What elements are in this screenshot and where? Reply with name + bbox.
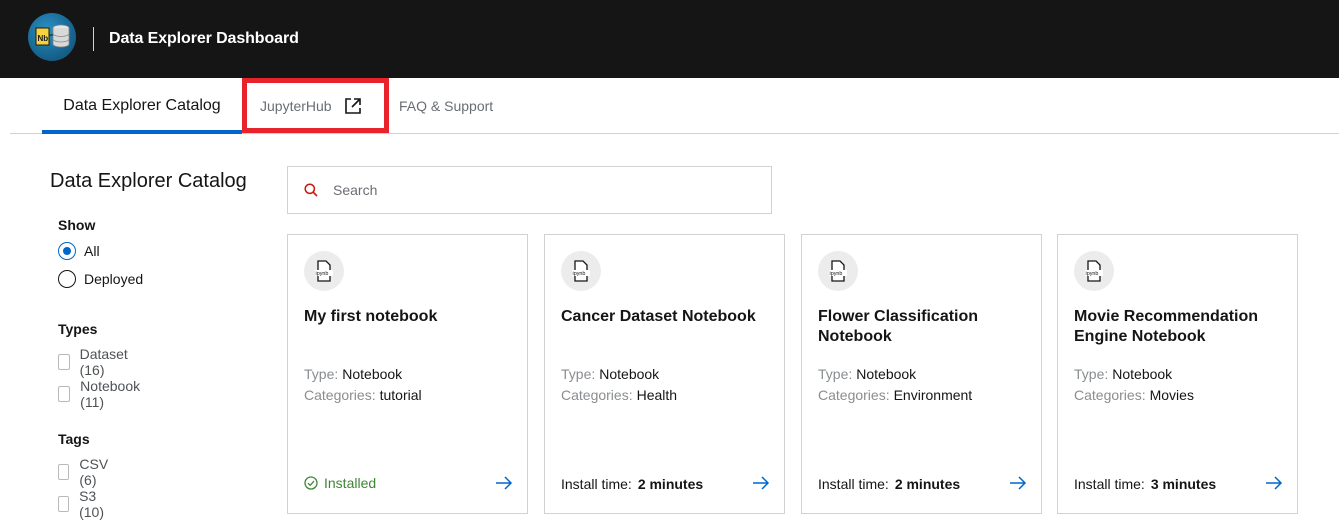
card-title: Movie Recommendation Engine Notebook bbox=[1074, 308, 1259, 345]
install-time: Install time: 3 minutes bbox=[1074, 476, 1216, 492]
card-categories: Categories: Movies bbox=[1074, 387, 1194, 403]
svg-text:Nb: Nb bbox=[38, 34, 49, 43]
meta-key: Type: bbox=[561, 366, 596, 382]
card-type: Type: Notebook bbox=[818, 366, 916, 382]
card-type: Type: Notebook bbox=[561, 366, 659, 382]
card-categories: Categories: tutorial bbox=[304, 387, 422, 403]
checkbox-dataset[interactable]: Dataset (16) bbox=[58, 346, 132, 378]
catalog-card[interactable]: ipynb My first notebook Type: Notebook Ca… bbox=[287, 234, 528, 514]
tab-label: JupyterHub bbox=[260, 98, 332, 114]
meta-key: Categories: bbox=[1074, 387, 1146, 403]
arrow-right-icon[interactable] bbox=[752, 476, 770, 490]
option-label: Notebook (11) bbox=[80, 378, 141, 410]
search-icon bbox=[304, 183, 318, 197]
svg-text:ipynb: ipynb bbox=[830, 271, 843, 277]
brand-divider bbox=[93, 27, 94, 51]
app-logo[interactable]: Nb bbox=[28, 13, 76, 61]
catalog-card[interactable]: ipynb Cancer Dataset Notebook Type: Noteb… bbox=[544, 234, 785, 514]
svg-text:ipynb: ipynb bbox=[573, 271, 586, 277]
radio-deployed[interactable]: Deployed bbox=[58, 270, 143, 288]
meta-key: Install time: bbox=[818, 476, 889, 492]
tab-label: FAQ & Support bbox=[399, 98, 494, 114]
filter-sidebar: Data Explorer Catalog Show All Deployed … bbox=[50, 170, 270, 520]
meta-value: Notebook bbox=[856, 366, 917, 382]
install-time: Install time: 2 minutes bbox=[561, 476, 703, 492]
checkbox[interactable] bbox=[58, 464, 70, 480]
meta-key: Install time: bbox=[561, 476, 632, 492]
external-link-icon bbox=[344, 97, 362, 115]
card-type: Type: Notebook bbox=[304, 366, 402, 382]
meta-value: Health bbox=[636, 387, 678, 403]
meta-value: tutorial bbox=[379, 387, 422, 403]
radio-all[interactable]: All bbox=[58, 242, 100, 260]
meta-value: Notebook bbox=[342, 366, 403, 382]
ipynb-file-icon: ipynb bbox=[1074, 251, 1114, 291]
filter-heading: Tags bbox=[58, 431, 90, 447]
filter-heading: Types bbox=[58, 321, 98, 337]
card-title: My first notebook bbox=[304, 308, 438, 325]
filter-show: Show All Deployed bbox=[58, 217, 143, 288]
meta-key: Categories: bbox=[561, 387, 633, 403]
status-label: Installed bbox=[324, 475, 377, 491]
ipynb-file-icon: ipynb bbox=[561, 251, 601, 291]
meta-value: Movies bbox=[1149, 387, 1194, 403]
meta-key: Type: bbox=[1074, 366, 1109, 382]
installed-status: Installed bbox=[304, 475, 376, 491]
tab-data-explorer-catalog[interactable]: Data Explorer Catalog bbox=[42, 78, 242, 134]
meta-key: Type: bbox=[818, 366, 853, 382]
catalog-card[interactable]: ipynb Movie Recommendation Engine Notebo… bbox=[1057, 234, 1298, 514]
meta-key: Install time: bbox=[1074, 476, 1145, 492]
meta-key: Categories: bbox=[818, 387, 890, 403]
option-label: CSV (6) bbox=[79, 456, 109, 488]
card-title: Flower Classification Notebook bbox=[818, 308, 979, 345]
filter-tags: Tags CSV (6) S3 (10) bbox=[58, 431, 108, 520]
card-title: Cancer Dataset Notebook bbox=[561, 308, 756, 325]
meta-value: Notebook bbox=[599, 366, 660, 382]
option-label: Deployed bbox=[84, 271, 144, 287]
ipynb-file-icon: ipynb bbox=[818, 251, 858, 291]
meta-value: 2 minutes bbox=[894, 476, 961, 492]
arrow-right-icon[interactable] bbox=[495, 476, 513, 490]
notebook-database-icon: Nb bbox=[35, 24, 70, 48]
arrow-right-icon[interactable] bbox=[1009, 476, 1027, 490]
checkbox[interactable] bbox=[58, 496, 70, 512]
checkbox[interactable] bbox=[58, 354, 70, 370]
meta-key: Type: bbox=[304, 366, 339, 382]
tab-jupyterhub[interactable]: JupyterHub bbox=[260, 78, 380, 134]
check-circle-icon bbox=[304, 476, 318, 490]
search-input[interactable] bbox=[333, 182, 733, 198]
install-time: Install time: 2 minutes bbox=[818, 476, 960, 492]
radio-button[interactable] bbox=[58, 270, 76, 288]
option-label: S3 (10) bbox=[79, 488, 104, 520]
radio-button[interactable] bbox=[58, 242, 76, 260]
meta-value: 2 minutes bbox=[637, 476, 704, 492]
svg-text:ipynb: ipynb bbox=[1086, 271, 1099, 277]
tab-label: Data Explorer Catalog bbox=[63, 96, 221, 114]
filter-types: Types Dataset (16) Notebook (11) bbox=[58, 321, 140, 410]
checkbox-notebook[interactable]: Notebook (11) bbox=[58, 378, 144, 410]
option-label: Dataset (16) bbox=[79, 346, 128, 378]
sidebar-title: Data Explorer Catalog bbox=[50, 170, 247, 192]
app-title: Data Explorer Dashboard bbox=[109, 30, 299, 47]
checkbox-csv[interactable]: CSV (6) bbox=[58, 456, 113, 488]
checkbox-s3[interactable]: S3 (10) bbox=[58, 488, 109, 520]
svg-text:ipynb: ipynb bbox=[316, 271, 329, 277]
meta-value: 3 minutes bbox=[1150, 476, 1217, 492]
tab-faq-support[interactable]: FAQ & Support bbox=[399, 78, 519, 134]
meta-value: Environment bbox=[893, 387, 973, 403]
card-type: Type: Notebook bbox=[1074, 366, 1172, 382]
filter-heading: Show bbox=[58, 217, 96, 233]
catalog-card[interactable]: ipynb Flower Classification Notebook Typ… bbox=[801, 234, 1042, 514]
arrow-right-icon[interactable] bbox=[1265, 476, 1283, 490]
masthead: Nb Data Explorer Dashboard bbox=[0, 0, 1339, 78]
ipynb-file-icon: ipynb bbox=[304, 251, 344, 291]
option-label: All bbox=[84, 243, 100, 259]
card-categories: Categories: Environment bbox=[818, 387, 972, 403]
meta-key: Categories: bbox=[304, 387, 376, 403]
checkbox[interactable] bbox=[58, 386, 71, 402]
search-box bbox=[287, 166, 772, 214]
nav-tabs: Data Explorer Catalog JupyterHub FAQ & S… bbox=[10, 78, 1339, 134]
meta-value: Notebook bbox=[1112, 366, 1173, 382]
card-categories: Categories: Health bbox=[561, 387, 677, 403]
